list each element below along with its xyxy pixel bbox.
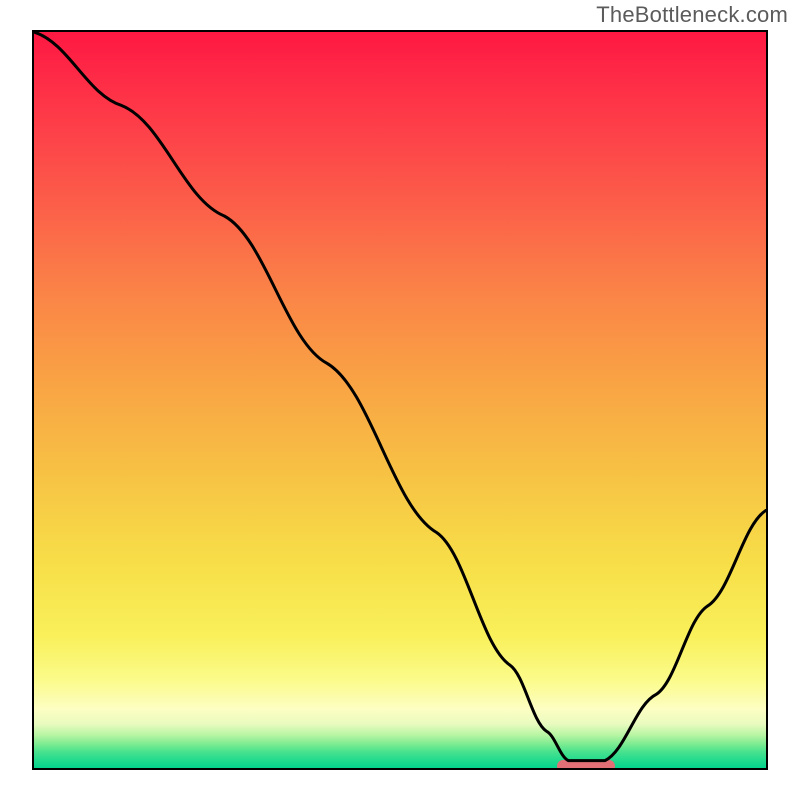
plot-area: [32, 30, 768, 770]
chart-container: TheBottleneck.com: [0, 0, 800, 800]
watermark-text: TheBottleneck.com: [596, 2, 788, 28]
bottleneck-curve: [34, 32, 766, 768]
curve-path: [34, 32, 766, 761]
